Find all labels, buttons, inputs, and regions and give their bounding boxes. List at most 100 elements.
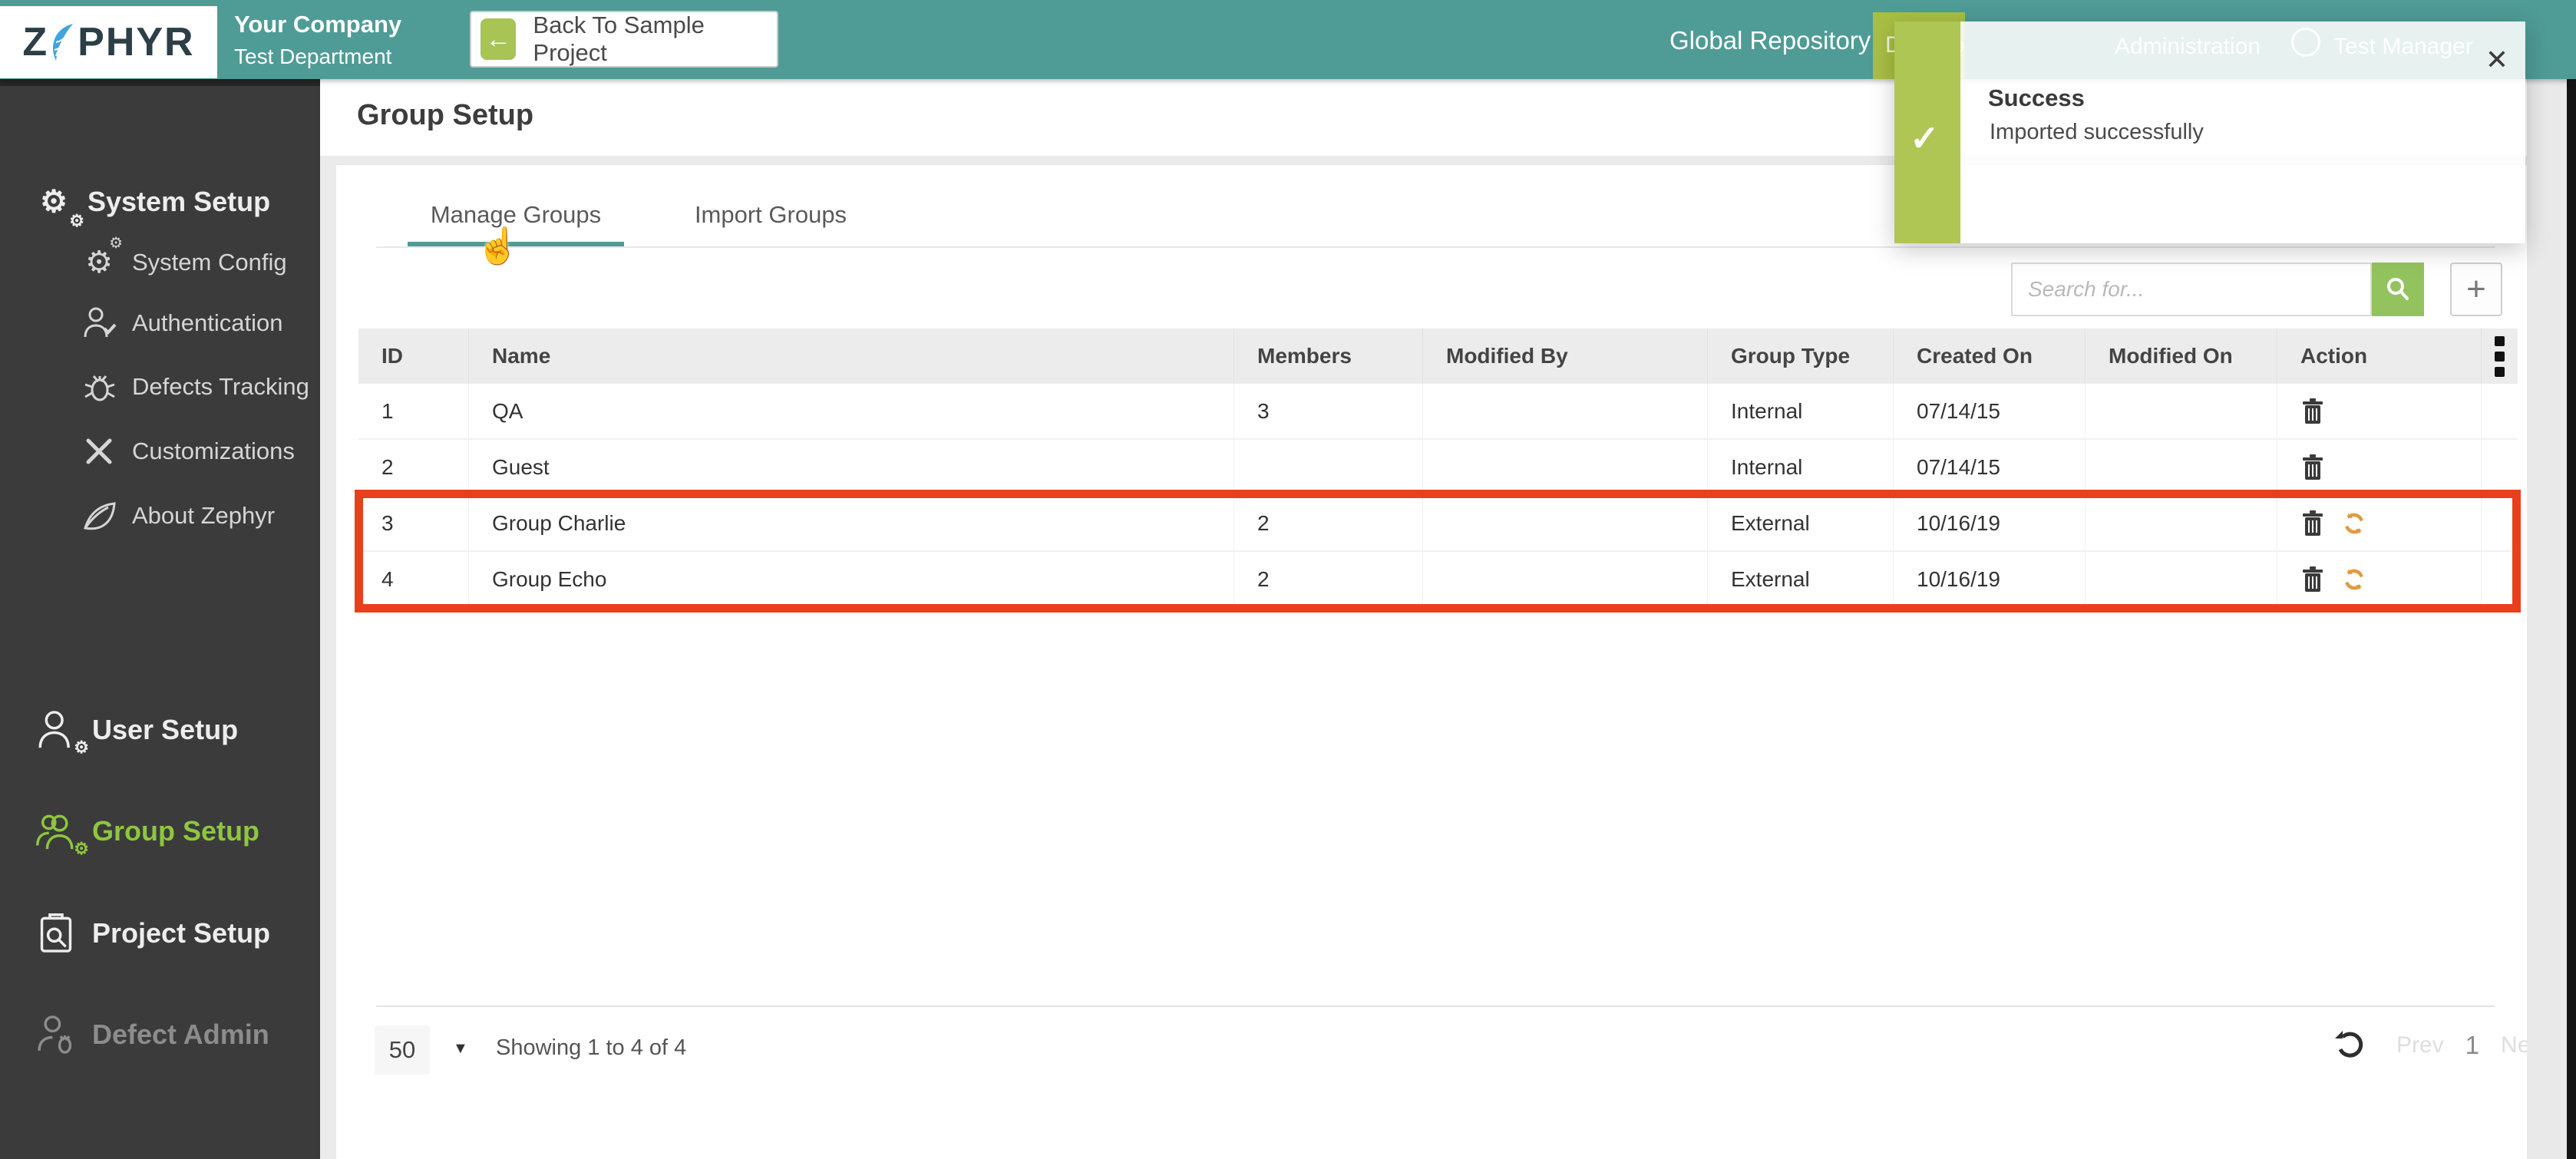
- crossed-pencils-icon: [77, 431, 121, 471]
- cell-modified-on: [2085, 440, 2277, 494]
- gears-icon: ⚙⚙: [26, 177, 81, 226]
- cell-group-type: External: [1707, 496, 1893, 550]
- refresh-icon[interactable]: [2333, 1028, 2367, 1062]
- cell-action: [2277, 384, 2481, 438]
- header-action: Action: [2277, 329, 2481, 384]
- back-button-label: Back To Sample Project: [533, 12, 777, 67]
- cell-id: 1: [358, 384, 468, 438]
- sidebar-item-defect-admin[interactable]: Defect Admin: [26, 1012, 269, 1058]
- table-header-row: ID Name Members Modified By Group Type C…: [358, 329, 2518, 384]
- column-menu[interactable]: [2481, 329, 2518, 384]
- sidebar-item-customizations[interactable]: Customizations: [77, 431, 295, 471]
- toast-message: Imported successfully: [1990, 120, 2204, 145]
- cell-modified-on: [2085, 384, 2277, 438]
- cell-name: QA: [468, 384, 1234, 438]
- current-page[interactable]: 1: [2465, 1031, 2479, 1060]
- back-to-sample-project-button[interactable]: ← Back To Sample Project: [470, 11, 778, 68]
- cell-created-on: 07/14/15: [1893, 440, 2085, 494]
- cell-name: Group Echo: [468, 552, 1234, 606]
- delete-icon[interactable]: [2300, 510, 2325, 537]
- logo-letters-phyr: PHYR: [78, 19, 194, 65]
- add-group-button[interactable]: +: [2450, 263, 2502, 316]
- cell-name: Group Charlie: [468, 496, 1234, 550]
- kebab-menu-icon[interactable]: [2495, 336, 2505, 377]
- footer-divider: [376, 1005, 2495, 1007]
- header-name[interactable]: Name: [468, 329, 1234, 384]
- cell-modified-on: [2085, 552, 2277, 606]
- cell-created-on: 07/14/15: [1893, 384, 2085, 438]
- chevron-down-icon[interactable]: ▼: [453, 1040, 468, 1058]
- tab-import-groups[interactable]: Import Groups: [663, 188, 878, 242]
- global-repository-label: Global Repository: [1669, 26, 1871, 55]
- header-id[interactable]: ID: [358, 329, 468, 384]
- zephyr-logo-text: Z PHYR: [22, 19, 194, 65]
- sidebar-item-group-setup[interactable]: ⚙ Group Setup: [26, 808, 259, 854]
- group-gear-icon: ⚙: [26, 808, 86, 854]
- person-check-icon: [77, 303, 121, 343]
- cell-name: Guest: [468, 440, 1234, 494]
- search-icon: [2384, 276, 2412, 303]
- cell-id: 2: [358, 440, 468, 494]
- header-created-on[interactable]: Created On: [1893, 329, 2085, 384]
- window-edge: [2567, 0, 2576, 1159]
- header-modified-on[interactable]: Modified On: [2085, 329, 2277, 384]
- prev-page-button[interactable]: Prev: [2396, 1032, 2444, 1058]
- sidebar-item-project-setup[interactable]: Project Setup: [26, 910, 270, 956]
- user-gear-icon: ⚙: [26, 707, 86, 753]
- feather-icon: [77, 496, 121, 536]
- logo-letter-z: Z: [22, 19, 48, 65]
- table-row[interactable]: 2 Guest Internal 07/14/15: [358, 440, 2518, 496]
- sidebar-item-authentication[interactable]: Authentication: [77, 303, 282, 343]
- hand-cursor-icon: ☝: [476, 225, 520, 267]
- cell-id: 3: [358, 496, 468, 550]
- cell-modified-by: [1422, 552, 1707, 606]
- header-members[interactable]: Members: [1234, 329, 1422, 384]
- company-department: Test Department: [234, 41, 401, 72]
- page-size-select[interactable]: 50: [375, 1025, 430, 1075]
- clipboard-icon: [26, 910, 86, 956]
- content-card: Manage Groups Import Groups ☝ + ID Name …: [336, 165, 2527, 1159]
- zephyr-feather-icon: [50, 22, 76, 62]
- header-group-type[interactable]: Group Type: [1707, 329, 1893, 384]
- success-toast: ✓ Success Imported successfully ✕: [1894, 21, 2525, 243]
- sidebar-item-defects-tracking[interactable]: Defects Tracking: [77, 367, 309, 407]
- sidebar-item-system-setup[interactable]: ⚙⚙ System Setup: [26, 177, 270, 226]
- cell-modified-on: [2085, 496, 2277, 550]
- close-icon[interactable]: ✕: [2485, 46, 2508, 74]
- back-arrow-icon: ←: [481, 18, 516, 60]
- search-input[interactable]: [2011, 263, 2372, 316]
- table-row[interactable]: 1 QA 3 Internal 07/14/15: [358, 384, 2518, 440]
- cell-action: [2277, 440, 2481, 494]
- sidebar-item-system-config[interactable]: ⚙⚙ System Config: [77, 240, 287, 285]
- tab-strip-border: [376, 246, 2495, 248]
- toast-title: Success: [1988, 84, 2085, 112]
- cell-modified-by: [1422, 496, 1707, 550]
- company-block: Your Company Test Department: [234, 8, 401, 72]
- table-row[interactable]: 3 Group Charlie 2 External 10/16/19: [358, 496, 2518, 552]
- search-button[interactable]: [2372, 263, 2424, 316]
- groups-table: ID Name Members Modified By Group Type C…: [358, 329, 2518, 608]
- sidebar: ⚙⚙ System Setup ⚙⚙ System Config Authent…: [0, 79, 320, 1159]
- pagination-summary: Showing 1 to 4 of 4: [496, 1035, 686, 1061]
- sync-icon[interactable]: [2342, 566, 2366, 593]
- cell-created-on: 10/16/19: [1893, 496, 2085, 550]
- delete-icon[interactable]: [2300, 566, 2325, 593]
- sidebar-item-user-setup[interactable]: ⚙ User Setup: [26, 707, 238, 753]
- table-row[interactable]: 4 Group Echo 2 External 10/16/19: [358, 552, 2518, 608]
- cell-members: 2: [1234, 552, 1422, 606]
- gear-icon: ⚙⚙: [77, 240, 121, 285]
- company-name: Your Company: [234, 8, 401, 41]
- delete-icon[interactable]: [2300, 454, 2325, 481]
- delete-icon[interactable]: [2300, 398, 2325, 425]
- sidebar-item-about-zephyr[interactable]: About Zephyr: [77, 496, 275, 536]
- sync-icon[interactable]: [2342, 510, 2366, 537]
- cell-group-type: Internal: [1707, 384, 1893, 438]
- cell-action: [2277, 496, 2481, 550]
- app-screen: Z PHYR Your Company Test Department ← Ba…: [0, 0, 2576, 1159]
- scrollbar-gutter[interactable]: [2527, 79, 2567, 1159]
- header-modified-by[interactable]: Modified By: [1422, 329, 1707, 384]
- success-check-icon: ✓: [1910, 117, 1940, 159]
- page-title: Group Setup: [357, 99, 533, 132]
- cell-group-type: Internal: [1707, 440, 1893, 494]
- bug-icon: [77, 367, 121, 407]
